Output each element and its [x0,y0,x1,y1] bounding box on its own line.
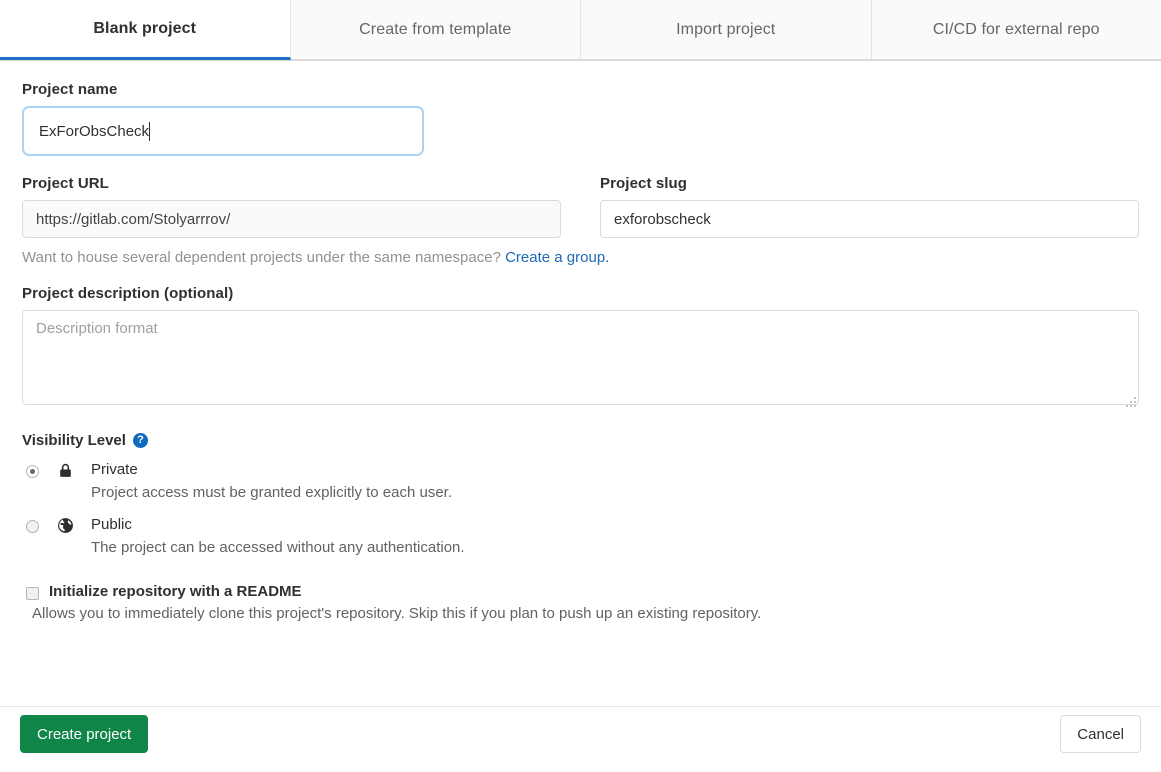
project-name-value: ExForObsCheck [39,122,150,140]
create-a-group-link[interactable]: Create a group. [505,249,609,266]
tab-label: Import project [676,20,776,38]
tab-cicd-external-repo[interactable]: CI/CD for external repo [871,0,1161,60]
visibility-public-name: Public [91,516,132,533]
visibility-private-name: Private [91,461,138,478]
visibility-private-text: Private Project access must be granted e… [91,459,452,504]
readme-label: Initialize repository with a README [49,583,302,600]
project-description-label: Project description (optional) [22,285,234,302]
text-cursor [149,121,151,141]
tab-label: CI/CD for external repo [932,20,1100,38]
project-slug-label: Project slug [600,175,688,192]
cancel-button[interactable]: Cancel [1060,715,1141,753]
project-name-value-row[interactable]: ExForObsCheck [26,110,420,152]
project-description-wrapper [22,310,1139,410]
visibility-public-text: Public The project can be accessed witho… [91,514,465,559]
tab-label: Blank project [93,19,197,37]
readme-text: Initialize repository with a README Allo… [32,583,761,622]
question-mark-icon[interactable]: ? [132,433,148,448]
tab-label: Create from template [359,20,512,38]
project-type-tabs: Blank project Create from template Impor… [0,0,1161,61]
globe-icon [57,517,77,539]
readme-checkbox[interactable] [26,587,39,600]
project-name-input[interactable]: ExForObsCheck [22,106,424,156]
visibility-title: Visibility Level [22,432,126,449]
project-description-input[interactable] [22,310,1139,405]
new-project-page: Blank project Create from template Impor… [0,0,1161,772]
tab-blank-project[interactable]: Blank project [0,0,291,60]
lock-icon [57,462,77,484]
radio-public[interactable] [26,520,39,533]
readme-description: Allows you to immediately clone this pro… [32,605,762,622]
visibility-public-desc: The project can be accessed without any … [91,538,465,556]
tab-import-project[interactable]: Import project [581,0,872,60]
create-project-button[interactable]: Create project [20,715,149,753]
project-slug-group: Project slug [600,175,1139,238]
visibility-option-public[interactable]: Public The project can be accessed witho… [22,514,1139,559]
form-body: Project name ExForObsCheck Project URL P… [0,61,1161,622]
visibility-private-desc: Project access must be granted explicitl… [91,483,453,501]
project-url-input[interactable] [22,200,561,238]
namespace-hint-text: Want to house several dependent projects… [22,249,501,266]
project-url-group: Project URL [22,175,561,238]
project-slug-input[interactable] [600,200,1139,238]
namespace-hint: Want to house several dependent projects… [22,249,1139,266]
form-actions: Create project Cancel [0,706,1161,772]
tab-create-from-template[interactable]: Create from template [290,0,581,60]
initialize-readme-row[interactable]: Initialize repository with a README Allo… [22,583,1139,622]
visibility-option-private[interactable]: Private Project access must be granted e… [22,459,1139,504]
url-slug-row: Project URL Project slug [22,175,1139,238]
project-url-label: Project URL [22,175,109,192]
visibility-header: Visibility Level ? [22,432,1139,449]
radio-private[interactable] [26,465,39,478]
project-name-label: Project name [22,81,118,98]
